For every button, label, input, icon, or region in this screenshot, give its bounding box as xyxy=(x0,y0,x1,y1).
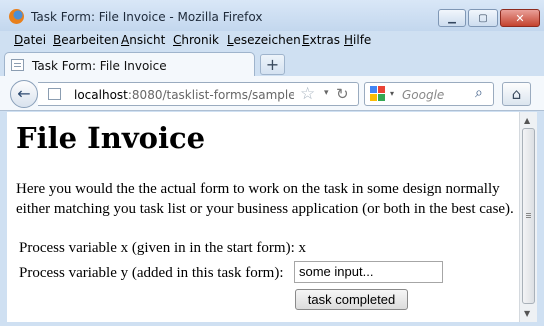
vertical-scrollbar[interactable]: ▲ ▼ xyxy=(519,112,537,322)
url-host: localhost xyxy=(74,88,128,102)
home-button[interactable]: ⌂ xyxy=(502,82,531,106)
scroll-thumb[interactable] xyxy=(522,128,535,304)
menu-extras[interactable]: Extras xyxy=(302,33,340,47)
variable-y-label: Process variable y (added in this task f… xyxy=(19,265,284,281)
reload-icon[interactable]: ↻ xyxy=(336,85,349,103)
menu-bar: Datei Bearbeiten Ansicht Chronik Lesezei… xyxy=(0,31,544,50)
menu-ansicht[interactable]: Ansicht xyxy=(121,33,165,47)
tab-active[interactable]: Task Form: File Invoice xyxy=(4,52,255,77)
menu-accesskey: E xyxy=(302,33,310,47)
menu-chronik[interactable]: Chronik xyxy=(173,33,219,47)
page-title: File Invoice xyxy=(16,121,206,155)
search-engine-dropdown-icon[interactable]: ▾ xyxy=(390,89,394,98)
variable-x-label: Process variable x (given in in the star… xyxy=(19,240,307,256)
back-button[interactable]: ← xyxy=(10,80,38,108)
menu-label: esezeichen xyxy=(233,33,301,47)
new-tab-button[interactable]: + xyxy=(260,54,285,75)
menu-label: ilfe xyxy=(353,33,372,47)
menu-lesezeichen[interactable]: Lesezeichen xyxy=(227,33,301,47)
task-completed-button[interactable]: task completed xyxy=(295,289,408,310)
minimize-button[interactable]: ▁ xyxy=(438,9,466,27)
menu-label: xtras xyxy=(309,33,340,47)
url-bar[interactable]: localhost:8080/tasklist-forms/sample-tas… xyxy=(38,82,359,106)
menu-accesskey: B xyxy=(53,33,62,47)
scroll-down-icon[interactable]: ▼ xyxy=(524,309,530,318)
maximize-button[interactable]: ▢ xyxy=(468,9,498,27)
page-description: Here you would the the actual form to wo… xyxy=(16,181,514,217)
menu-accesskey: D xyxy=(14,33,24,47)
firefox-logo-icon xyxy=(9,9,24,24)
site-identity-icon[interactable] xyxy=(48,88,61,100)
window-titlebar: Task Form: File Invoice - Mozilla Firefo… xyxy=(0,0,544,32)
history-dropdown-icon[interactable]: ▾ xyxy=(324,88,329,98)
close-button[interactable]: ✕ xyxy=(500,9,540,27)
menu-accesskey: H xyxy=(344,33,354,47)
search-icon[interactable]: ⌕ xyxy=(475,85,483,101)
search-placeholder: Google xyxy=(402,88,445,102)
menu-label: atei xyxy=(23,33,47,47)
menu-bearbeiten[interactable]: Bearbeiten xyxy=(53,33,119,47)
bookmark-star-icon[interactable]: ☆ xyxy=(300,84,315,104)
tab-label: Task Form: File Invoice xyxy=(32,59,167,73)
page-favicon-icon xyxy=(11,59,24,71)
menu-hilfe[interactable]: Hilfe xyxy=(344,33,371,47)
scroll-up-icon[interactable]: ▲ xyxy=(524,116,530,125)
menu-accesskey: A xyxy=(121,33,130,47)
menu-label: nsicht xyxy=(129,33,166,47)
url-path: :8080/tasklist-forms/sample-task xyxy=(127,88,294,102)
tab-strip: Task Form: File Invoice + xyxy=(0,50,544,77)
menu-label: hronik xyxy=(181,33,219,47)
page-content: File Invoice Here you would the the actu… xyxy=(7,112,519,322)
google-icon[interactable] xyxy=(370,86,386,102)
menu-datei[interactable]: Datei xyxy=(14,33,46,47)
window-title: Task Form: File Invoice - Mozilla Firefo… xyxy=(31,10,263,24)
url-text[interactable]: localhost:8080/tasklist-forms/sample-tas… xyxy=(74,88,294,102)
menu-label: earbeiten xyxy=(61,33,119,47)
variable-y-input[interactable]: some input... xyxy=(294,261,443,283)
navigation-bar: localhost:8080/tasklist-forms/sample-tas… xyxy=(0,76,544,111)
search-bar[interactable]: ▾ Google ⌕ xyxy=(364,82,494,106)
